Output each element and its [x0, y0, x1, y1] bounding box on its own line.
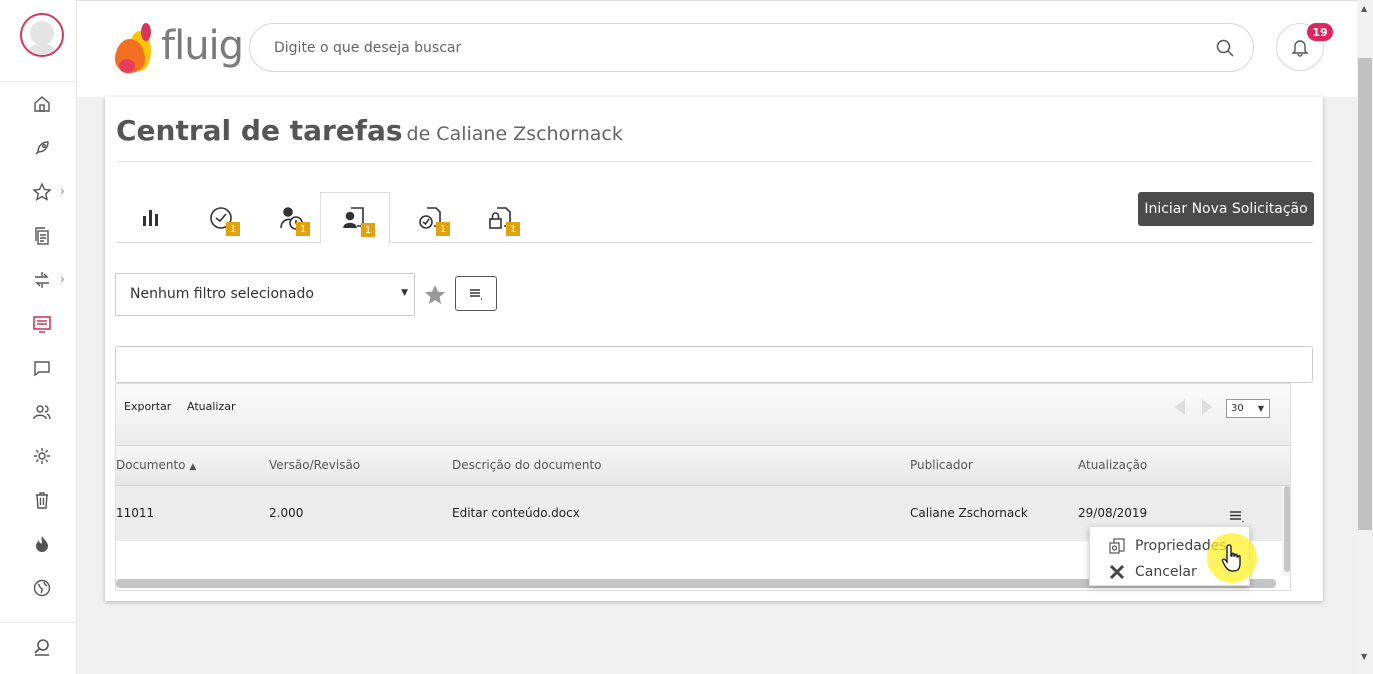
- column-header-atualizacao[interactable]: Atualização: [1078, 458, 1147, 472]
- properties-icon: [1109, 538, 1125, 554]
- bell-icon: [1291, 40, 1309, 57]
- user-avatar[interactable]: [20, 13, 64, 57]
- search-input[interactable]: [274, 36, 1174, 60]
- star-icon[interactable]: [31, 181, 53, 203]
- global-search: [249, 23, 1254, 72]
- scroll-down-icon[interactable]: ▼: [1361, 652, 1367, 661]
- favorite-star-icon[interactable]: [423, 283, 447, 307]
- tab-dashboard[interactable]: [116, 192, 186, 243]
- rail-divider: [0, 81, 77, 82]
- workflow-icon[interactable]: [31, 269, 53, 291]
- tab-badge: 1: [296, 222, 310, 236]
- cell-versao: 2.000: [269, 506, 304, 520]
- tab-badge: 1: [226, 222, 240, 236]
- page-size-value: 30: [1231, 403, 1244, 414]
- tab-badge: 1: [361, 223, 375, 237]
- column-header-documento[interactable]: Documento ▲: [116, 458, 196, 472]
- cell-publicador: Caliane Zschornack: [910, 506, 1028, 520]
- page-scrollbar[interactable]: ▲ ▼: [1357, 0, 1373, 674]
- filter-selected-value: Nenhum filtro selecionado: [130, 286, 314, 302]
- caret-down-icon: ▼: [401, 288, 408, 298]
- filter-options-button[interactable]: [455, 276, 497, 311]
- notifications-button[interactable]: 19: [1276, 23, 1333, 71]
- tab-user-tasks[interactable]: 1: [256, 192, 326, 243]
- gear-icon[interactable]: [31, 445, 53, 467]
- chevron-right-icon[interactable]: ›: [60, 272, 65, 286]
- row-menu-icon[interactable]: [1229, 508, 1245, 524]
- tab-my-requests[interactable]: 1: [320, 192, 390, 244]
- fluig-logo[interactable]: fluig: [115, 19, 244, 79]
- documents-icon[interactable]: [31, 225, 53, 247]
- trash-icon[interactable]: [31, 489, 53, 511]
- search-icon[interactable]: [1215, 38, 1235, 58]
- rocket-icon[interactable]: [31, 137, 53, 159]
- cell-atualizacao: 29/08/2019: [1078, 506, 1148, 520]
- top-header: fluig 19: [77, 0, 1357, 97]
- chat-icon[interactable]: [31, 357, 53, 379]
- menu-item-cancel[interactable]: Cancelar: [1108, 561, 1197, 583]
- globe-icon[interactable]: [31, 577, 53, 599]
- page-size-select[interactable]: 30 ▼: [1226, 399, 1270, 418]
- page-subtitle: de Caliane Zschornack: [406, 123, 623, 145]
- page-title: Central de tarefas de Caliane Zschornack: [116, 114, 623, 147]
- task-central-icon[interactable]: [31, 313, 53, 335]
- new-request-button[interactable]: Iniciar Nova Solicitação: [1138, 192, 1314, 226]
- column-header-descricao[interactable]: Descrição do documento: [452, 458, 602, 472]
- left-rail: › ›: [0, 0, 77, 674]
- refresh-link[interactable]: Atualizar: [187, 400, 236, 413]
- previous-page-icon[interactable]: [1172, 398, 1188, 416]
- tab-badge: 1: [506, 222, 520, 236]
- bar-chart-icon: [143, 209, 158, 226]
- list-icon: [470, 288, 482, 300]
- logo-wordmark: fluig: [161, 23, 244, 69]
- filter-select[interactable]: Nenhum filtro selecionado ▼: [115, 273, 415, 316]
- sort-asc-icon: ▲: [189, 462, 197, 472]
- cursor-highlight: [1207, 533, 1257, 583]
- scrollbar-thumb[interactable]: [1358, 58, 1372, 530]
- scroll-up-icon[interactable]: ▲: [1361, 4, 1367, 13]
- cell-documento: 11011: [116, 506, 155, 520]
- tab-pending-documents[interactable]: 1: [396, 192, 466, 243]
- next-page-icon[interactable]: [1199, 398, 1215, 416]
- chevron-right-icon[interactable]: ›: [60, 184, 65, 198]
- home-icon[interactable]: [31, 93, 53, 115]
- export-link[interactable]: Exportar: [124, 400, 171, 413]
- cell-descricao: Editar conteúdo.docx: [452, 506, 580, 520]
- notification-badge: 19: [1307, 23, 1333, 41]
- task-tabs: 1 1 1 1 1: [116, 192, 1313, 244]
- people-icon[interactable]: [31, 401, 53, 423]
- column-header-versao[interactable]: Versão/Revisão: [269, 458, 360, 472]
- grid-toolbar: Exportar Atualizar 30 ▼: [116, 384, 1290, 446]
- grid-search-input[interactable]: [115, 346, 1313, 383]
- column-header-publicador[interactable]: Publicador: [910, 458, 973, 472]
- title-divider: [116, 161, 1313, 162]
- grid-vertical-scrollbar[interactable]: [1282, 486, 1290, 576]
- tab-locked-documents[interactable]: 1: [466, 192, 536, 243]
- search-people-icon[interactable]: [31, 636, 53, 658]
- close-icon: [1109, 564, 1125, 580]
- flame-icon[interactable]: [31, 533, 53, 555]
- hand-pointer-icon: [1221, 544, 1241, 572]
- caret-down-icon: ▼: [1257, 404, 1264, 413]
- tab-my-tasks[interactable]: 1: [186, 192, 256, 243]
- rail-divider: [0, 622, 77, 623]
- tab-badge: 1: [436, 222, 450, 236]
- grid-header: Documento ▲ Versão/Revisão Descrição do …: [116, 446, 1290, 486]
